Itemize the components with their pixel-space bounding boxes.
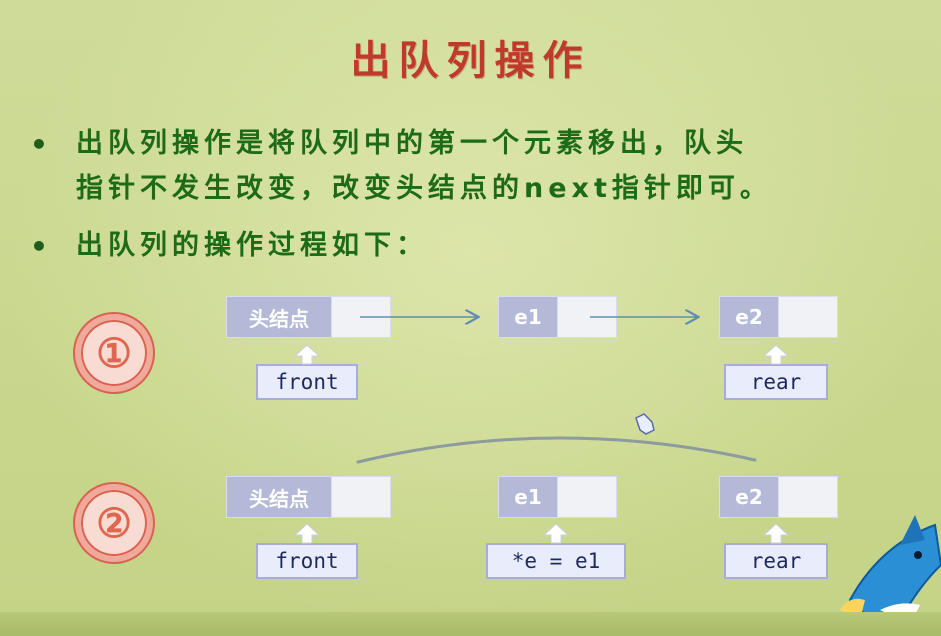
slide-bottom-bar xyxy=(0,612,941,636)
cursor-hand-icon xyxy=(635,413,655,435)
shark-mascot-icon xyxy=(840,515,941,625)
bypass-arc xyxy=(356,436,757,464)
up-arrow-icon xyxy=(293,523,790,544)
up-arrow-icon xyxy=(293,344,790,365)
connector-layer xyxy=(293,0,941,625)
